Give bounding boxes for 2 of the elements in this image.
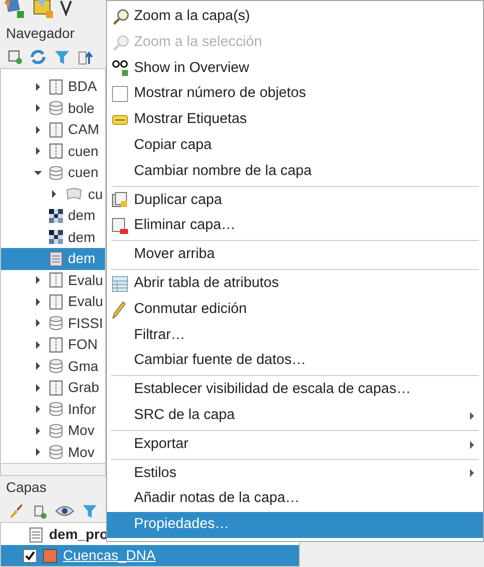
panel-title: Capas (5, 478, 48, 497)
panel-title: Navegador (5, 24, 76, 43)
